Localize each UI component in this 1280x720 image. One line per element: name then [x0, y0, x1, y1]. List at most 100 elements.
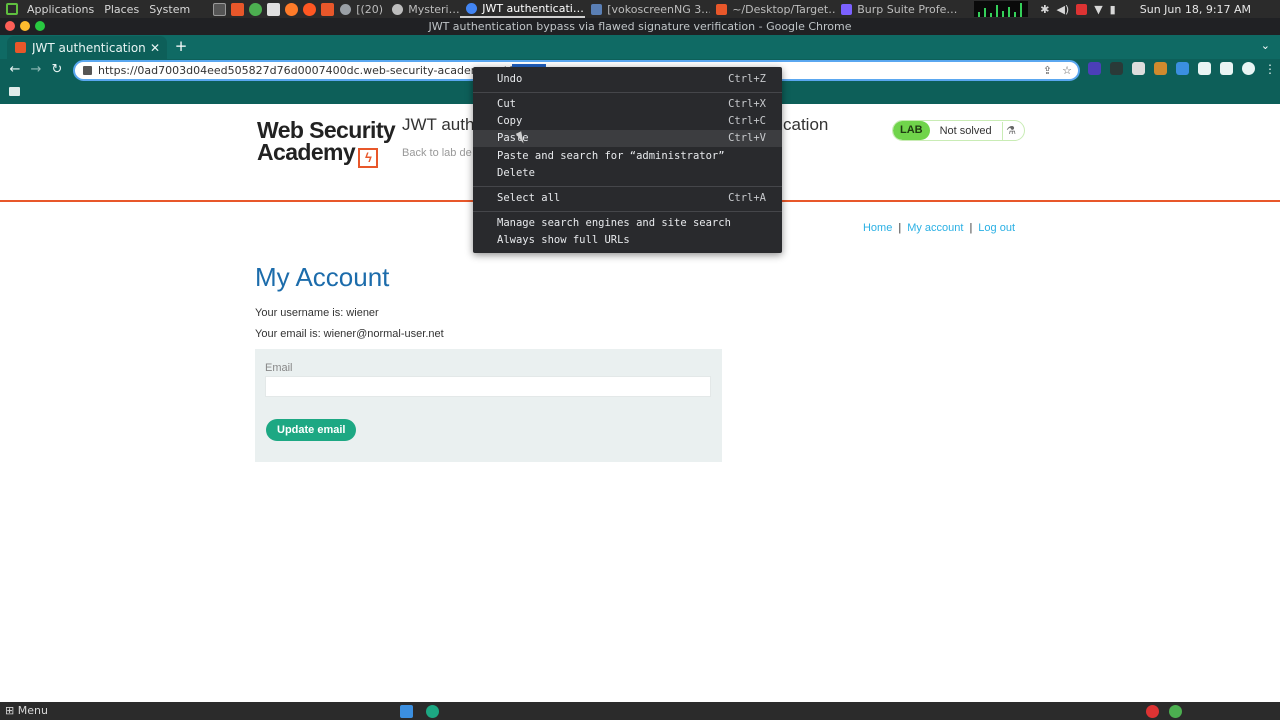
- reload-button[interactable]: ↻: [48, 62, 66, 77]
- menu-separator: [473, 92, 782, 93]
- sublime-task-icon: [716, 3, 728, 15]
- portswigger-favicon-icon: [15, 42, 26, 53]
- page-title: My Account: [255, 262, 390, 292]
- share-icon[interactable]: ⇪: [1043, 64, 1052, 77]
- volume-icon[interactable]: ◀): [1056, 3, 1069, 16]
- nav-my-account-link[interactable]: My account: [907, 222, 963, 234]
- chrome-launcher-icon[interactable]: [249, 2, 263, 16]
- system-monitor-graph: [974, 1, 1029, 17]
- taskbar-item-notifications[interactable]: [(20): [334, 0, 386, 18]
- lock-icon[interactable]: [83, 66, 92, 75]
- academy-bolt-icon: ϟ: [358, 148, 379, 168]
- tool-launcher-icon[interactable]: [303, 2, 317, 16]
- quick-launchers: [213, 2, 335, 16]
- terminal-launcher-icon[interactable]: [213, 2, 227, 16]
- nav-home-link[interactable]: Home: [863, 222, 892, 234]
- battery-icon[interactable]: ▮: [1110, 3, 1116, 16]
- bluetooth-icon[interactable]: ✱: [1040, 3, 1049, 16]
- email-input[interactable]: [265, 376, 711, 397]
- maximize-window-button[interactable]: [35, 21, 45, 31]
- menu-item-delete[interactable]: Delete: [473, 165, 782, 182]
- shortcut-label: Ctrl+A: [728, 192, 766, 204]
- email-text: Your email is: wiener@normal-user.net: [255, 328, 444, 340]
- extensions-puzzle-icon[interactable]: [1198, 62, 1211, 75]
- minimize-window-button[interactable]: [20, 21, 30, 31]
- bookmark-folder-icon[interactable]: [9, 87, 20, 96]
- taskbar-item-mysteri[interactable]: Mysteri…: [386, 0, 460, 18]
- bottom-menu-button[interactable]: ⊞ Menu: [5, 704, 48, 717]
- extension-cookie-icon[interactable]: [1154, 62, 1167, 75]
- vokoscreen-task-icon: [591, 3, 603, 15]
- nav-log-out-link[interactable]: Log out: [978, 222, 1015, 234]
- extensions-area: ⋮: [1088, 62, 1276, 76]
- back-to-lab-link[interactable]: Back to lab de: [402, 147, 472, 159]
- context-menu: Undo Ctrl+Z Cut Ctrl+X Copy Ctrl+C Paste…: [473, 67, 782, 253]
- firefox-launcher-icon[interactable]: [285, 2, 299, 16]
- tab-search-icon[interactable]: ⌄: [1261, 39, 1270, 52]
- tab-jwt-authentication[interactable]: JWT authentication ✕: [7, 36, 167, 59]
- wifi-icon[interactable]: ▼: [1094, 3, 1102, 16]
- screen-record-icon[interactable]: [1076, 3, 1088, 15]
- taskbar-item-chrome-jwt[interactable]: JWT authenticati…: [460, 0, 586, 18]
- profile-avatar-icon[interactable]: [1242, 62, 1255, 75]
- extension-blue-icon[interactable]: [1176, 62, 1189, 75]
- nav-separator: |: [898, 222, 902, 234]
- web-security-academy-logo[interactable]: Web Security Academy ϟ: [257, 119, 396, 168]
- sublime-launcher-icon[interactable]: [231, 2, 245, 16]
- os-top-panel: Applications Places System [(20) Mysteri…: [0, 0, 1280, 18]
- nav-separator: |: [969, 222, 973, 234]
- menu-separator: [473, 186, 782, 187]
- forward-button[interactable]: →: [27, 62, 45, 77]
- applications-menu[interactable]: Applications: [22, 3, 99, 16]
- system-menu[interactable]: System: [144, 3, 195, 16]
- bookmark-star-icon[interactable]: ☆: [1062, 64, 1072, 77]
- taskbar-item-burp-suite[interactable]: Burp Suite Profe…: [835, 0, 960, 18]
- lab-badge: LAB: [893, 121, 930, 140]
- lab-status-widget: LAB Not solved ⚗: [892, 120, 1025, 141]
- site-navigation: Home | My account | Log out: [863, 222, 1015, 234]
- bottom-task-app-icon[interactable]: [426, 705, 439, 718]
- update-email-form: Email Update email: [255, 349, 722, 462]
- shortcut-label: Ctrl+X: [728, 98, 766, 110]
- chrome-menu-icon[interactable]: ⋮: [1264, 62, 1276, 76]
- menu-item-manage-search-engines[interactable]: Manage search engines and site search: [473, 215, 782, 232]
- update-email-button[interactable]: Update email: [266, 419, 357, 441]
- bottom-task-screenshot-icon[interactable]: [400, 705, 413, 718]
- menu-item-paste-and-search[interactable]: Paste and search for “administrator”: [473, 148, 782, 165]
- menu-item-select-all[interactable]: Select all Ctrl+A: [473, 190, 782, 207]
- username-text: Your username is: wiener: [255, 307, 379, 319]
- taskbar-item-vokoscreen[interactable]: [vokoscreenNG 3.…: [585, 0, 710, 18]
- files-launcher-icon[interactable]: [267, 2, 281, 16]
- distro-logo-icon[interactable]: [6, 3, 18, 15]
- extension-mask-icon[interactable]: [1132, 62, 1145, 75]
- chrome-task-icon: [466, 2, 478, 14]
- menu-item-cut[interactable]: Cut Ctrl+X: [473, 96, 782, 113]
- system-tray: ✱ ◀) ▼ ▮: [1040, 3, 1116, 16]
- menu-item-always-show-full-urls[interactable]: Always show full URLs: [473, 232, 782, 249]
- places-menu[interactable]: Places: [99, 3, 144, 16]
- shortcut-label: Ctrl+V: [728, 132, 766, 144]
- extension-dark-icon[interactable]: [1110, 62, 1123, 75]
- menu-item-undo[interactable]: Undo Ctrl+Z: [473, 71, 782, 88]
- menu-item-copy[interactable]: Copy Ctrl+C: [473, 113, 782, 130]
- email-label: Email: [265, 362, 293, 374]
- taskbar-item-desktop-target[interactable]: ~/Desktop/Target…: [710, 0, 835, 18]
- flask-icon: ⚗: [1001, 121, 1020, 140]
- lab-title: JWT authe: [402, 115, 484, 134]
- burp-launcher-icon[interactable]: [321, 2, 335, 16]
- tab-close-icon[interactable]: ✕: [147, 41, 163, 55]
- os-bottom-panel: ⊞ Menu: [0, 702, 1280, 720]
- window-titlebar: JWT authentication bypass via flawed sig…: [0, 18, 1280, 35]
- back-button[interactable]: ←: [6, 62, 24, 77]
- close-window-button[interactable]: [5, 21, 15, 31]
- tab-label: JWT authentication: [32, 40, 146, 55]
- new-tab-button[interactable]: +: [174, 37, 188, 55]
- bottom-chrome-icon[interactable]: [1169, 705, 1182, 718]
- menu-separator: [473, 211, 782, 212]
- record-stop-icon[interactable]: [1146, 705, 1159, 718]
- clock[interactable]: Sun Jun 18, 9:17 AM: [1140, 3, 1251, 16]
- side-panel-icon[interactable]: [1220, 62, 1233, 75]
- extension-purple-icon[interactable]: [1088, 62, 1101, 75]
- alien-task-icon: [392, 3, 404, 15]
- grid-icon: ⊞: [5, 704, 18, 717]
